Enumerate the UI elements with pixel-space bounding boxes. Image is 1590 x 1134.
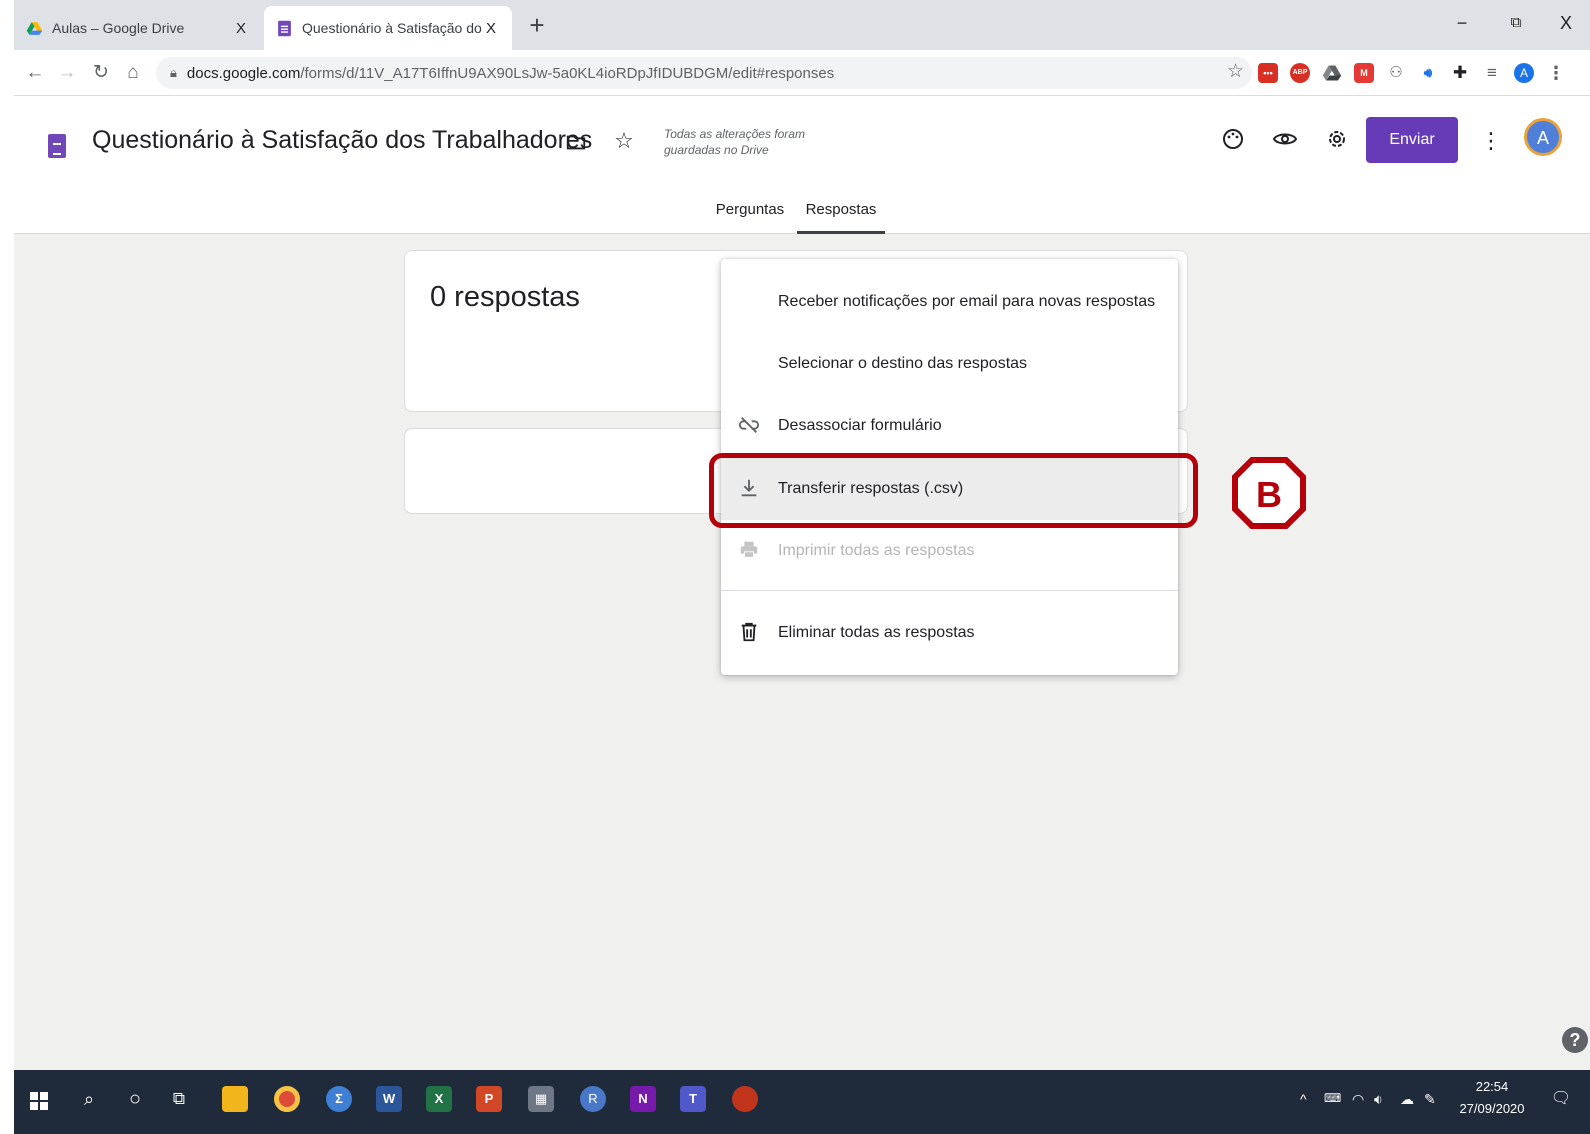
palette-icon[interactable] <box>1218 124 1248 154</box>
reload-icon[interactable]: ↻ <box>86 58 116 88</box>
minimize-button[interactable]: − <box>1442 8 1482 38</box>
browser-tab-drive[interactable]: Aulas – Google Drive X <box>14 6 262 50</box>
cortana-icon[interactable]: ○ <box>122 1086 148 1112</box>
menu-item-label: Eliminar todas as respostas <box>778 624 975 641</box>
windows-taskbar: ⌕ ○ ⧉ Σ W X P ▦ R N T ^ ⌨ ◠ 🔉︎ ☁ ✎ 22:54… <box>14 1070 1590 1134</box>
r-app-icon[interactable]: R <box>580 1086 606 1112</box>
google-forms-icon <box>278 20 291 36</box>
pen-icon[interactable]: ✎ <box>1424 1091 1436 1108</box>
settings-gear-icon[interactable] <box>1322 124 1352 154</box>
sigma-app-icon[interactable]: Σ <box>326 1086 352 1112</box>
menu-item-delete-all[interactable]: Eliminar todas as respostas <box>721 602 1178 664</box>
tab-close-button[interactable]: X <box>482 20 500 37</box>
search-icon[interactable]: ⌕ <box>76 1086 102 1112</box>
form-tabs: Perguntas Respostas <box>14 200 1590 234</box>
home-icon[interactable]: ⌂ <box>118 58 148 88</box>
calculator-icon[interactable]: ▦ <box>528 1086 554 1112</box>
browser-toolbar: ← → ↻ ⌂ 🔒︎ docs.google.com/forms/d/11V_A… <box>14 50 1590 96</box>
extension-toolbox-icon[interactable]: ⚇ <box>1386 63 1406 83</box>
task-view-icon[interactable]: ⧉ <box>166 1086 192 1112</box>
highlight-box <box>709 453 1198 528</box>
annotation-marker-b: B <box>1232 457 1306 529</box>
reading-list-icon[interactable]: ≡ <box>1482 63 1502 83</box>
back-icon[interactable]: ← <box>20 58 50 88</box>
extension-audio-icon[interactable]: 🔊︎ <box>1418 63 1438 83</box>
form-title[interactable]: Questionário à Satisfação dos Trabalhado… <box>92 126 592 155</box>
responses-count: 0 respostas <box>430 281 580 313</box>
restore-button[interactable]: ⧉ <box>1496 8 1536 38</box>
account-avatar[interactable]: A <box>1524 118 1562 156</box>
annotation-marker-letter: B <box>1256 474 1282 515</box>
menu-item-unlink-form[interactable]: Desassociar formulário <box>721 395 1178 457</box>
preview-eye-icon[interactable] <box>1270 124 1300 154</box>
google-drive-icon <box>26 21 43 35</box>
menu-item-label: Desassociar formulário <box>778 417 942 434</box>
address-bar[interactable]: 🔒︎ docs.google.com/forms/d/11V_A17T6Iffn… <box>156 57 1252 89</box>
excel-icon[interactable]: X <box>426 1086 452 1112</box>
menu-item-label: Receber notificações por email para nova… <box>778 293 1156 310</box>
save-status-line1: Todas as alterações foram <box>664 127 805 141</box>
system-clock[interactable]: 22:54 27/09/2020 <box>1452 1076 1532 1120</box>
menu-divider <box>721 590 1178 591</box>
url-host: docs.google.com <box>186 64 301 82</box>
unlink-icon <box>737 414 761 438</box>
extension-lastpass-icon[interactable]: ••• <box>1258 63 1278 83</box>
notifications-icon[interactable]: 🗨︎ <box>1548 1086 1574 1112</box>
help-icon[interactable]: ? <box>1562 1027 1588 1053</box>
send-button[interactable]: Enviar <box>1366 117 1458 163</box>
menu-item-label: Imprimir todas as respostas <box>778 542 975 559</box>
forward-icon[interactable]: → <box>52 58 82 88</box>
input-indicator-icon[interactable]: ⌨ <box>1324 1091 1341 1105</box>
word-icon[interactable]: W <box>376 1086 402 1112</box>
browser-tab-forms[interactable]: Questionário à Satisfação dos Tra X <box>264 6 512 50</box>
extension-mendeley-icon[interactable]: M <box>1354 63 1374 83</box>
screen: Aulas – Google Drive X Questionário à Sa… <box>14 0 1590 1134</box>
teams-icon[interactable]: T <box>680 1086 706 1112</box>
cloud-icon[interactable]: ☁ <box>1400 1091 1414 1108</box>
onenote-icon[interactable]: N <box>630 1086 656 1112</box>
extensions-puzzle-icon[interactable]: ✚ <box>1450 63 1470 83</box>
new-tab-button[interactable]: + <box>522 11 552 41</box>
clock-time: 22:54 <box>1475 1079 1509 1094</box>
tab-close-button[interactable]: X <box>232 20 250 37</box>
file-explorer-icon[interactable] <box>222 1086 248 1112</box>
show-hidden-icons-icon[interactable]: ^ <box>1300 1091 1307 1107</box>
windows-start-icon[interactable] <box>30 1092 48 1110</box>
chrome-icon[interactable] <box>274 1086 300 1112</box>
google-forms-logo-icon[interactable] <box>48 134 66 158</box>
more-options-icon[interactable]: ⋮ <box>1476 126 1506 156</box>
menu-item-select-destination[interactable]: Selecionar o destino das respostas <box>721 333 1178 395</box>
move-to-folder-icon[interactable] <box>561 127 591 157</box>
close-window-button[interactable]: X <box>1546 8 1586 38</box>
menu-item-label: Selecionar o destino das respostas <box>778 355 1028 372</box>
clock-date: 27/09/2020 <box>1459 1101 1525 1116</box>
save-status: Todas as alterações foram guardadas no D… <box>664 126 844 158</box>
lock-icon: 🔒︎ <box>170 65 177 80</box>
paint-icon[interactable] <box>732 1086 758 1112</box>
bookmark-star-icon[interactable]: ☆ <box>1227 60 1244 83</box>
tab-respostas[interactable]: Respostas <box>797 200 885 234</box>
trash-icon <box>737 621 761 645</box>
tab-perguntas[interactable]: Perguntas <box>708 200 792 234</box>
forms-header: Questionário à Satisfação dos Trabalhado… <box>14 96 1590 234</box>
browser-tab-strip: Aulas – Google Drive X Questionário à Sa… <box>14 0 1590 50</box>
save-status-line2: guardadas no Drive <box>664 143 769 157</box>
tab-title: Aulas – Google Drive <box>52 20 185 36</box>
tab-title: Questionário à Satisfação dos Tra <box>302 20 482 36</box>
wifi-icon[interactable]: ◠ <box>1352 1091 1364 1108</box>
extension-drive-icon[interactable] <box>1322 63 1342 83</box>
menu-item-print-all[interactable]: Imprimir todas as respostas <box>721 520 1178 582</box>
extension-adblock-icon[interactable]: ABP <box>1290 63 1310 83</box>
profile-avatar-icon[interactable]: A <box>1514 63 1534 83</box>
browser-menu-icon[interactable]: ⋮ <box>1546 63 1566 83</box>
menu-item-email-notifications[interactable]: Receber notificações por email para nova… <box>721 271 1178 333</box>
star-icon[interactable]: ☆ <box>609 126 639 156</box>
print-icon <box>737 539 761 563</box>
url-path: /forms/d/11V_A17T6IffnU9AX90LsJw-5a0KL4i… <box>300 64 835 82</box>
powerpoint-icon[interactable]: P <box>476 1086 502 1112</box>
volume-icon[interactable]: 🔉︎ <box>1374 1091 1383 1108</box>
